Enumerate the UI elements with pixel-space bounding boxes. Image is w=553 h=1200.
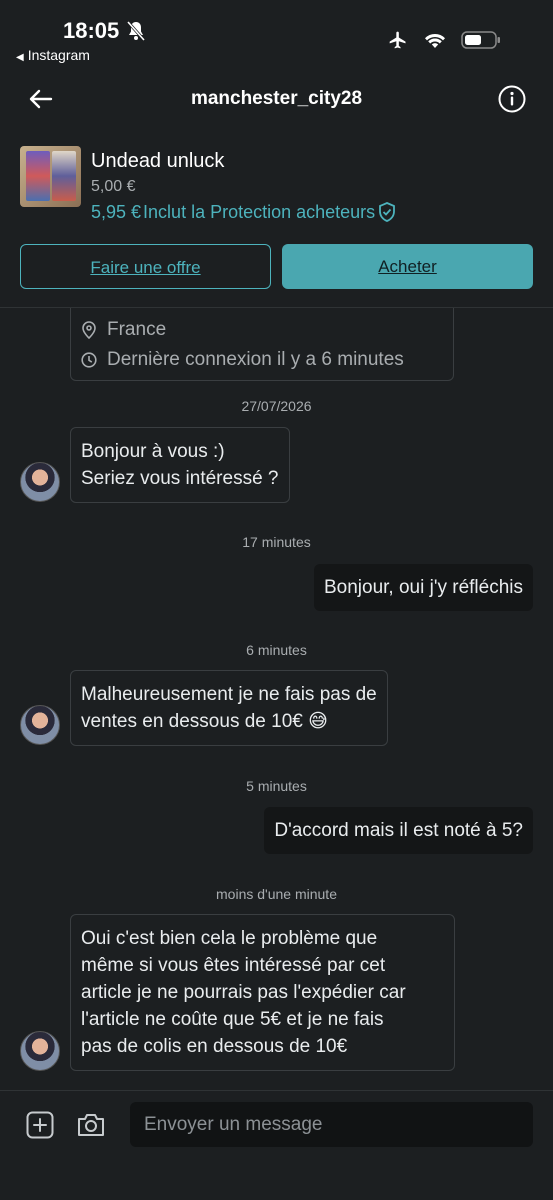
message-line: ventes en dessous de 10€ 😅: [81, 711, 328, 732]
back-triangle-icon: ◀: [16, 52, 24, 63]
seller-profile-card: France Dernière connexion il y a 6 minut…: [70, 308, 454, 381]
outgoing-message: D'accord mais il est noté à 5?: [264, 807, 533, 854]
conversation-header: manchester_city28: [0, 72, 553, 130]
status-bar: 18:05 ◀ Instagram: [0, 0, 553, 72]
message-line: Seriez vous intéressé ?: [81, 468, 279, 489]
sender-avatar[interactable]: [20, 462, 60, 502]
back-to-app-link[interactable]: ◀ Instagram: [16, 47, 90, 63]
buyer-protection-price: 5,95 € Inclut la Protection acheteurs: [91, 201, 397, 223]
buy-button[interactable]: Acheter: [282, 244, 533, 289]
location-pin-icon: [82, 321, 96, 339]
back-app-label: Instagram: [27, 47, 90, 63]
camera-icon[interactable]: [76, 1111, 106, 1139]
product-summary[interactable]: Undead unluck 5,00 € 5,95 € Inclut la Pr…: [20, 146, 533, 226]
message-date: moins d'une minute: [216, 886, 337, 902]
location-row: France: [81, 319, 166, 341]
battery-icon: [461, 31, 500, 49]
product-title: Undead unluck: [91, 150, 225, 172]
status-icons: [387, 30, 501, 50]
message-line: l'article ne coûte que 5€ et je ne fais: [81, 1009, 384, 1030]
make-offer-button[interactable]: Faire une offre: [20, 244, 271, 289]
message-date: 6 minutes: [246, 642, 307, 658]
info-icon[interactable]: [497, 84, 527, 114]
bell-muted-icon: [126, 21, 146, 41]
message-line: même si vous êtes intéressé par cet: [81, 955, 386, 976]
protection-text: Inclut la Protection acheteurs: [143, 201, 376, 222]
incoming-message: Malheureusement je ne fais pas de ventes…: [70, 670, 388, 746]
message-line: Oui c'est bien cela le problème que: [81, 928, 378, 949]
product-price: 5,00 €: [91, 178, 136, 195]
clock-icon: [81, 352, 97, 368]
location-text: France: [107, 319, 167, 340]
message-text: Bonjour, oui j'y réfléchis: [323, 577, 523, 598]
status-time: 18:05: [63, 18, 120, 43]
outgoing-message: Bonjour, oui j'y réfléchis: [313, 564, 533, 611]
incoming-message: Bonjour à vous :) Seriez vous intéressé …: [70, 427, 290, 503]
sender-avatar[interactable]: [20, 1031, 60, 1071]
last-seen-text: Dernière connexion il y a 6 minutes: [107, 349, 404, 370]
message-input[interactable]: [130, 1102, 533, 1147]
message-date: 17 minutes: [242, 534, 311, 550]
message-list[interactable]: France Dernière connexion il y a 6 minut…: [0, 308, 553, 1090]
conversation-title: manchester_city28: [190, 88, 363, 109]
shield-check-icon: [379, 202, 396, 222]
message-date: 27/07/2026: [241, 398, 312, 414]
add-plus-icon[interactable]: [26, 1111, 54, 1139]
message-line: Malheureusement je ne fais pas de: [81, 684, 377, 705]
protection-price: 5,95 €: [91, 201, 142, 222]
last-seen-row: Dernière connexion il y a 6 minutes: [81, 349, 404, 371]
airplane-icon: [389, 31, 406, 49]
message-line: pas de colis en dessous de 10€: [81, 1036, 348, 1057]
sender-avatar[interactable]: [20, 705, 60, 745]
product-thumbnail: [20, 146, 81, 207]
message-date: 5 minutes: [246, 778, 307, 794]
message-text: D'accord mais il est noté à 5?: [274, 820, 523, 841]
message-line: article je ne pourrais pas l'expédier ca…: [81, 982, 406, 1003]
wifi-icon: [425, 34, 445, 48]
message-composer: [0, 1090, 553, 1200]
incoming-message: Oui c'est bien cela le problème que même…: [70, 914, 455, 1071]
message-line: Bonjour à vous :): [81, 441, 225, 462]
